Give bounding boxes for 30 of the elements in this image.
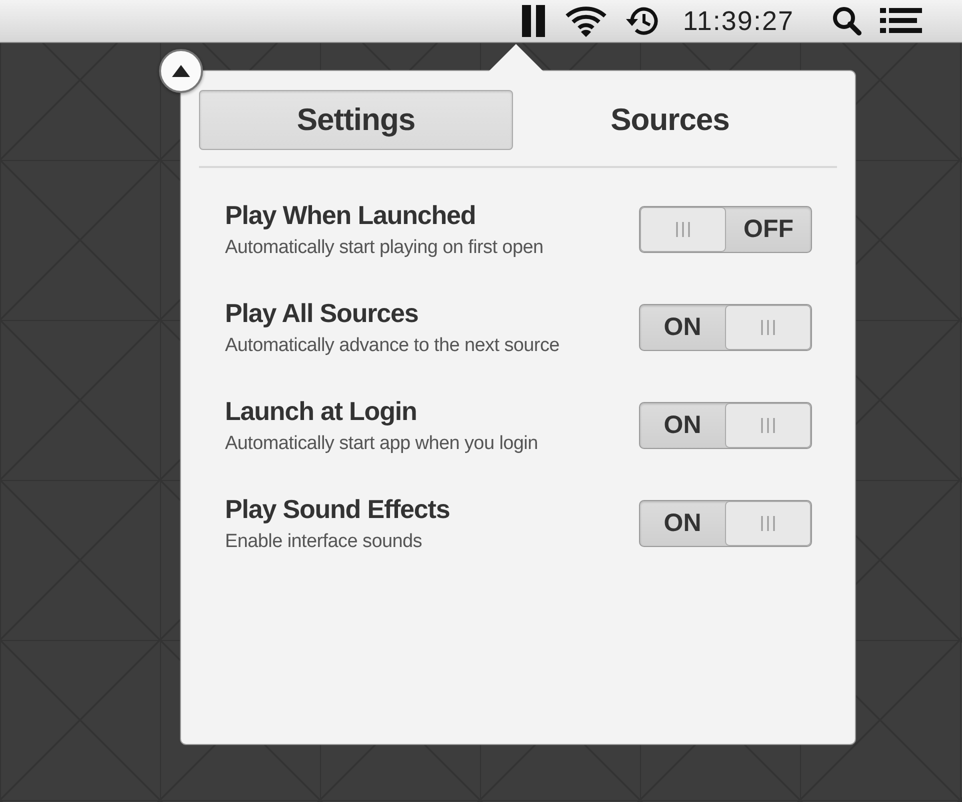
- tab[interactable]: Sources: [513, 90, 827, 150]
- grip-icon: [725, 500, 811, 546]
- setting-title: Play Sound Effects: [225, 494, 450, 524]
- setting-description: Enable interface sounds: [225, 530, 423, 552]
- setting-title: Play All Sources: [225, 298, 420, 328]
- toggle-label: ON: [662, 312, 702, 342]
- clock-history-icon[interactable]: [624, 5, 661, 37]
- list-icon[interactable]: [880, 7, 922, 35]
- setting-description: Automatically start app when you login: [225, 432, 538, 454]
- toggle-label: ON: [662, 410, 702, 440]
- menu-clock[interactable]: 11:39:27: [682, 6, 794, 36]
- setting-title: Launch at Login: [225, 396, 418, 426]
- toggle-label: OFF: [742, 214, 794, 244]
- up-triangle-icon: [171, 64, 191, 78]
- setting-description: Automatically advance to the next source: [225, 334, 560, 356]
- search-icon[interactable]: [832, 6, 862, 36]
- grip-icon: [725, 304, 811, 350]
- grip-icon: [640, 206, 726, 252]
- grip-icon: [725, 402, 811, 448]
- toggle-switch[interactable]: ON: [639, 304, 812, 350]
- wifi-icon[interactable]: [564, 5, 607, 37]
- toggle-switch[interactable]: ON: [639, 402, 812, 448]
- setting-description: Automatically start playing on first open: [225, 236, 544, 258]
- toggle-switch[interactable]: ON: [639, 500, 812, 546]
- pause-icon[interactable]: [520, 5, 547, 37]
- collapse-button[interactable]: [159, 49, 203, 93]
- toggle-label: ON: [662, 508, 702, 538]
- toggle-switch[interactable]: OFF: [639, 206, 812, 252]
- setting-title: Play When Launched: [225, 200, 477, 230]
- tab[interactable]: Settings: [199, 90, 513, 150]
